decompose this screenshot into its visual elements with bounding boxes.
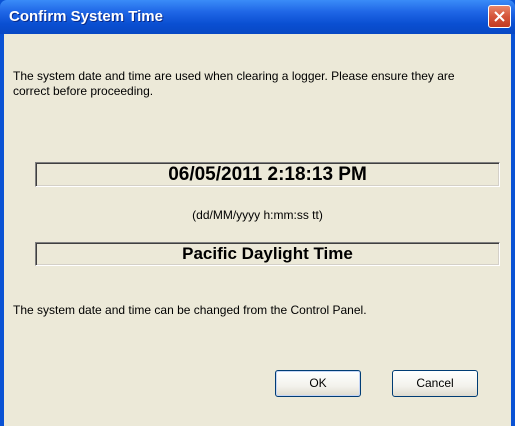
datetime-display: 06/05/2011 2:18:13 PM <box>35 162 500 187</box>
close-button[interactable] <box>488 5 511 28</box>
format-hint: (dd/MM/yyyy h:mm:ss tt) <box>192 208 323 222</box>
window-title: Confirm System Time <box>9 8 163 25</box>
title-bar[interactable]: Confirm System Time <box>0 0 515 34</box>
ok-button[interactable]: OK <box>275 370 361 397</box>
dialog-window: Confirm System Time The system date and … <box>0 0 515 426</box>
dialog-body: The system date and time are used when c… <box>4 34 511 426</box>
timezone-display: Pacific Daylight Time <box>35 242 500 266</box>
cancel-button[interactable]: Cancel <box>392 370 478 397</box>
control-panel-note: The system date and time can be changed … <box>13 303 367 317</box>
close-icon <box>494 11 505 22</box>
intro-text: The system date and time are used when c… <box>13 69 455 98</box>
